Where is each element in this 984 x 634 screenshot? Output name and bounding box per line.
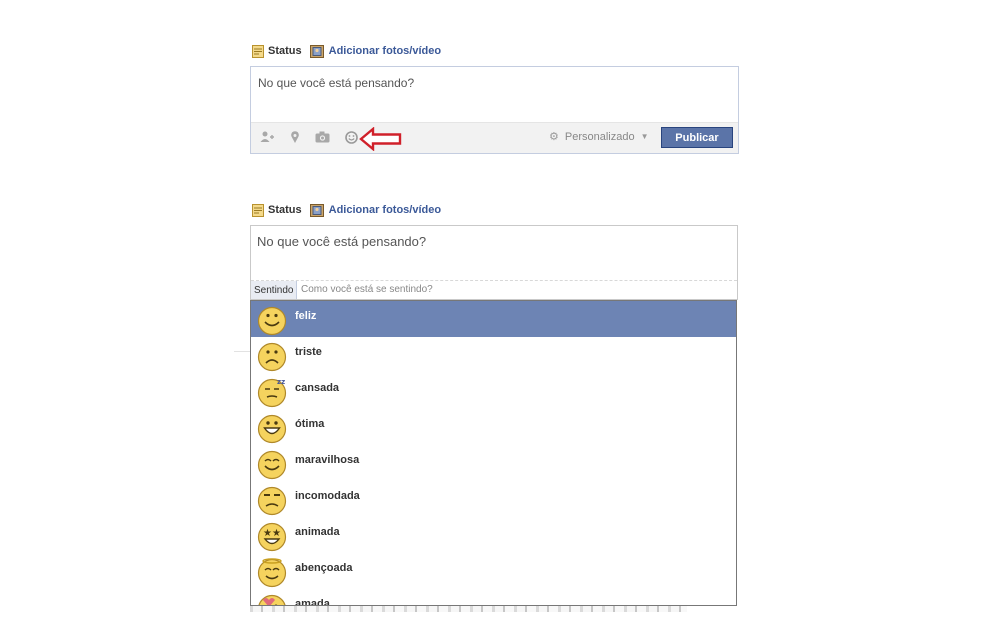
feeling-option-label: incomodada [295, 490, 360, 502]
svg-text:★: ★ [263, 528, 272, 539]
privacy-selector[interactable]: ⚙ Personalizado ▼ [549, 130, 649, 144]
feeling-option[interactable]: ★ ★ animada [251, 517, 736, 553]
smiley-icon[interactable] [343, 129, 359, 145]
tab-status-label: Status [268, 45, 302, 57]
feeling-tag: Sentindo [251, 281, 298, 299]
feeling-row: Sentindo [251, 280, 737, 299]
feeling-option-label: ótima [295, 418, 325, 430]
gear-icon: ⚙ [549, 131, 559, 143]
tab-status[interactable]: Status [252, 44, 302, 58]
excited-face-icon: ★ ★ [257, 522, 287, 552]
status-icon [252, 203, 264, 217]
loved-face-icon [258, 594, 286, 605]
blessed-face-icon [257, 558, 287, 588]
tag-friends-icon[interactable] [259, 129, 275, 145]
great-face-icon [257, 414, 287, 444]
feeling-option[interactable]: amada [251, 589, 736, 606]
tab-add-photo-video[interactable]: Adicionar fotos/vídeo [309, 44, 442, 58]
composer-top: No que você está pensando? ⚙ Personaliza… [250, 66, 739, 154]
feeling-option[interactable]: zz cansada [251, 373, 736, 409]
photo-icon [309, 44, 324, 58]
feeling-option-label: maravilhosa [295, 454, 360, 466]
tab-add-photo-video-label: Adicionar fotos/vídeo [328, 45, 442, 57]
location-pin-icon[interactable] [287, 129, 303, 145]
tab-status[interactable]: Status [252, 203, 302, 217]
composer-bottom-tabs: Status Adicionar fotos/vídeo [252, 201, 449, 219]
camera-icon[interactable] [314, 129, 330, 145]
feelings-dropdown: feliz triste zz cansada ótima maravilhosa inco… [250, 300, 737, 606]
status-textarea[interactable]: No que você está pensando? [258, 76, 414, 90]
chevron-down-icon: ▼ [640, 132, 649, 141]
happy-face-icon [257, 306, 287, 336]
tab-add-photo-video[interactable]: Adicionar fotos/vídeo [309, 203, 442, 217]
publish-button[interactable]: Publicar [661, 127, 733, 148]
privacy-label: Personalizado [564, 130, 635, 143]
feeling-option-label: feliz [295, 310, 317, 322]
feeling-option[interactable]: incomodada [251, 481, 736, 517]
feeling-option[interactable]: abençoada [251, 553, 736, 589]
sad-face-icon [257, 342, 287, 372]
tab-add-photo-video-label: Adicionar fotos/vídeo [328, 204, 442, 216]
divider [234, 351, 250, 352]
feeling-option[interactable]: triste [251, 337, 736, 373]
feeling-input[interactable] [299, 282, 733, 297]
status-textarea[interactable]: No que você está pensando? [257, 234, 426, 249]
annoyed-face-icon [257, 486, 287, 516]
svg-text:zz: zz [277, 378, 285, 386]
red-arrow-icon [359, 127, 402, 151]
composer-top-tabs: Status Adicionar fotos/vídeo [252, 42, 449, 60]
tab-status-label: Status [268, 204, 302, 216]
composer-bottom: No que você está pensando? Sentindo [250, 225, 738, 300]
feeling-option-label: amada [295, 598, 330, 606]
feeling-option[interactable]: maravilhosa [251, 445, 736, 481]
wonderful-face-icon [257, 450, 287, 480]
tired-face-icon: zz [257, 378, 287, 408]
svg-text:★: ★ [272, 528, 281, 539]
feeling-option-label: triste [295, 346, 322, 358]
photo-icon [309, 203, 324, 217]
feeling-option-label: abençoada [295, 562, 353, 574]
composer-toolbar: ⚙ Personalizado ▼ Publicar [251, 122, 738, 153]
feeling-option[interactable]: feliz [251, 301, 736, 337]
feeling-option[interactable]: ótima [251, 409, 736, 445]
status-icon [252, 44, 264, 58]
feeling-option-label: animada [295, 526, 340, 538]
background-image-edge [250, 606, 687, 612]
feeling-option-label: cansada [295, 382, 340, 394]
